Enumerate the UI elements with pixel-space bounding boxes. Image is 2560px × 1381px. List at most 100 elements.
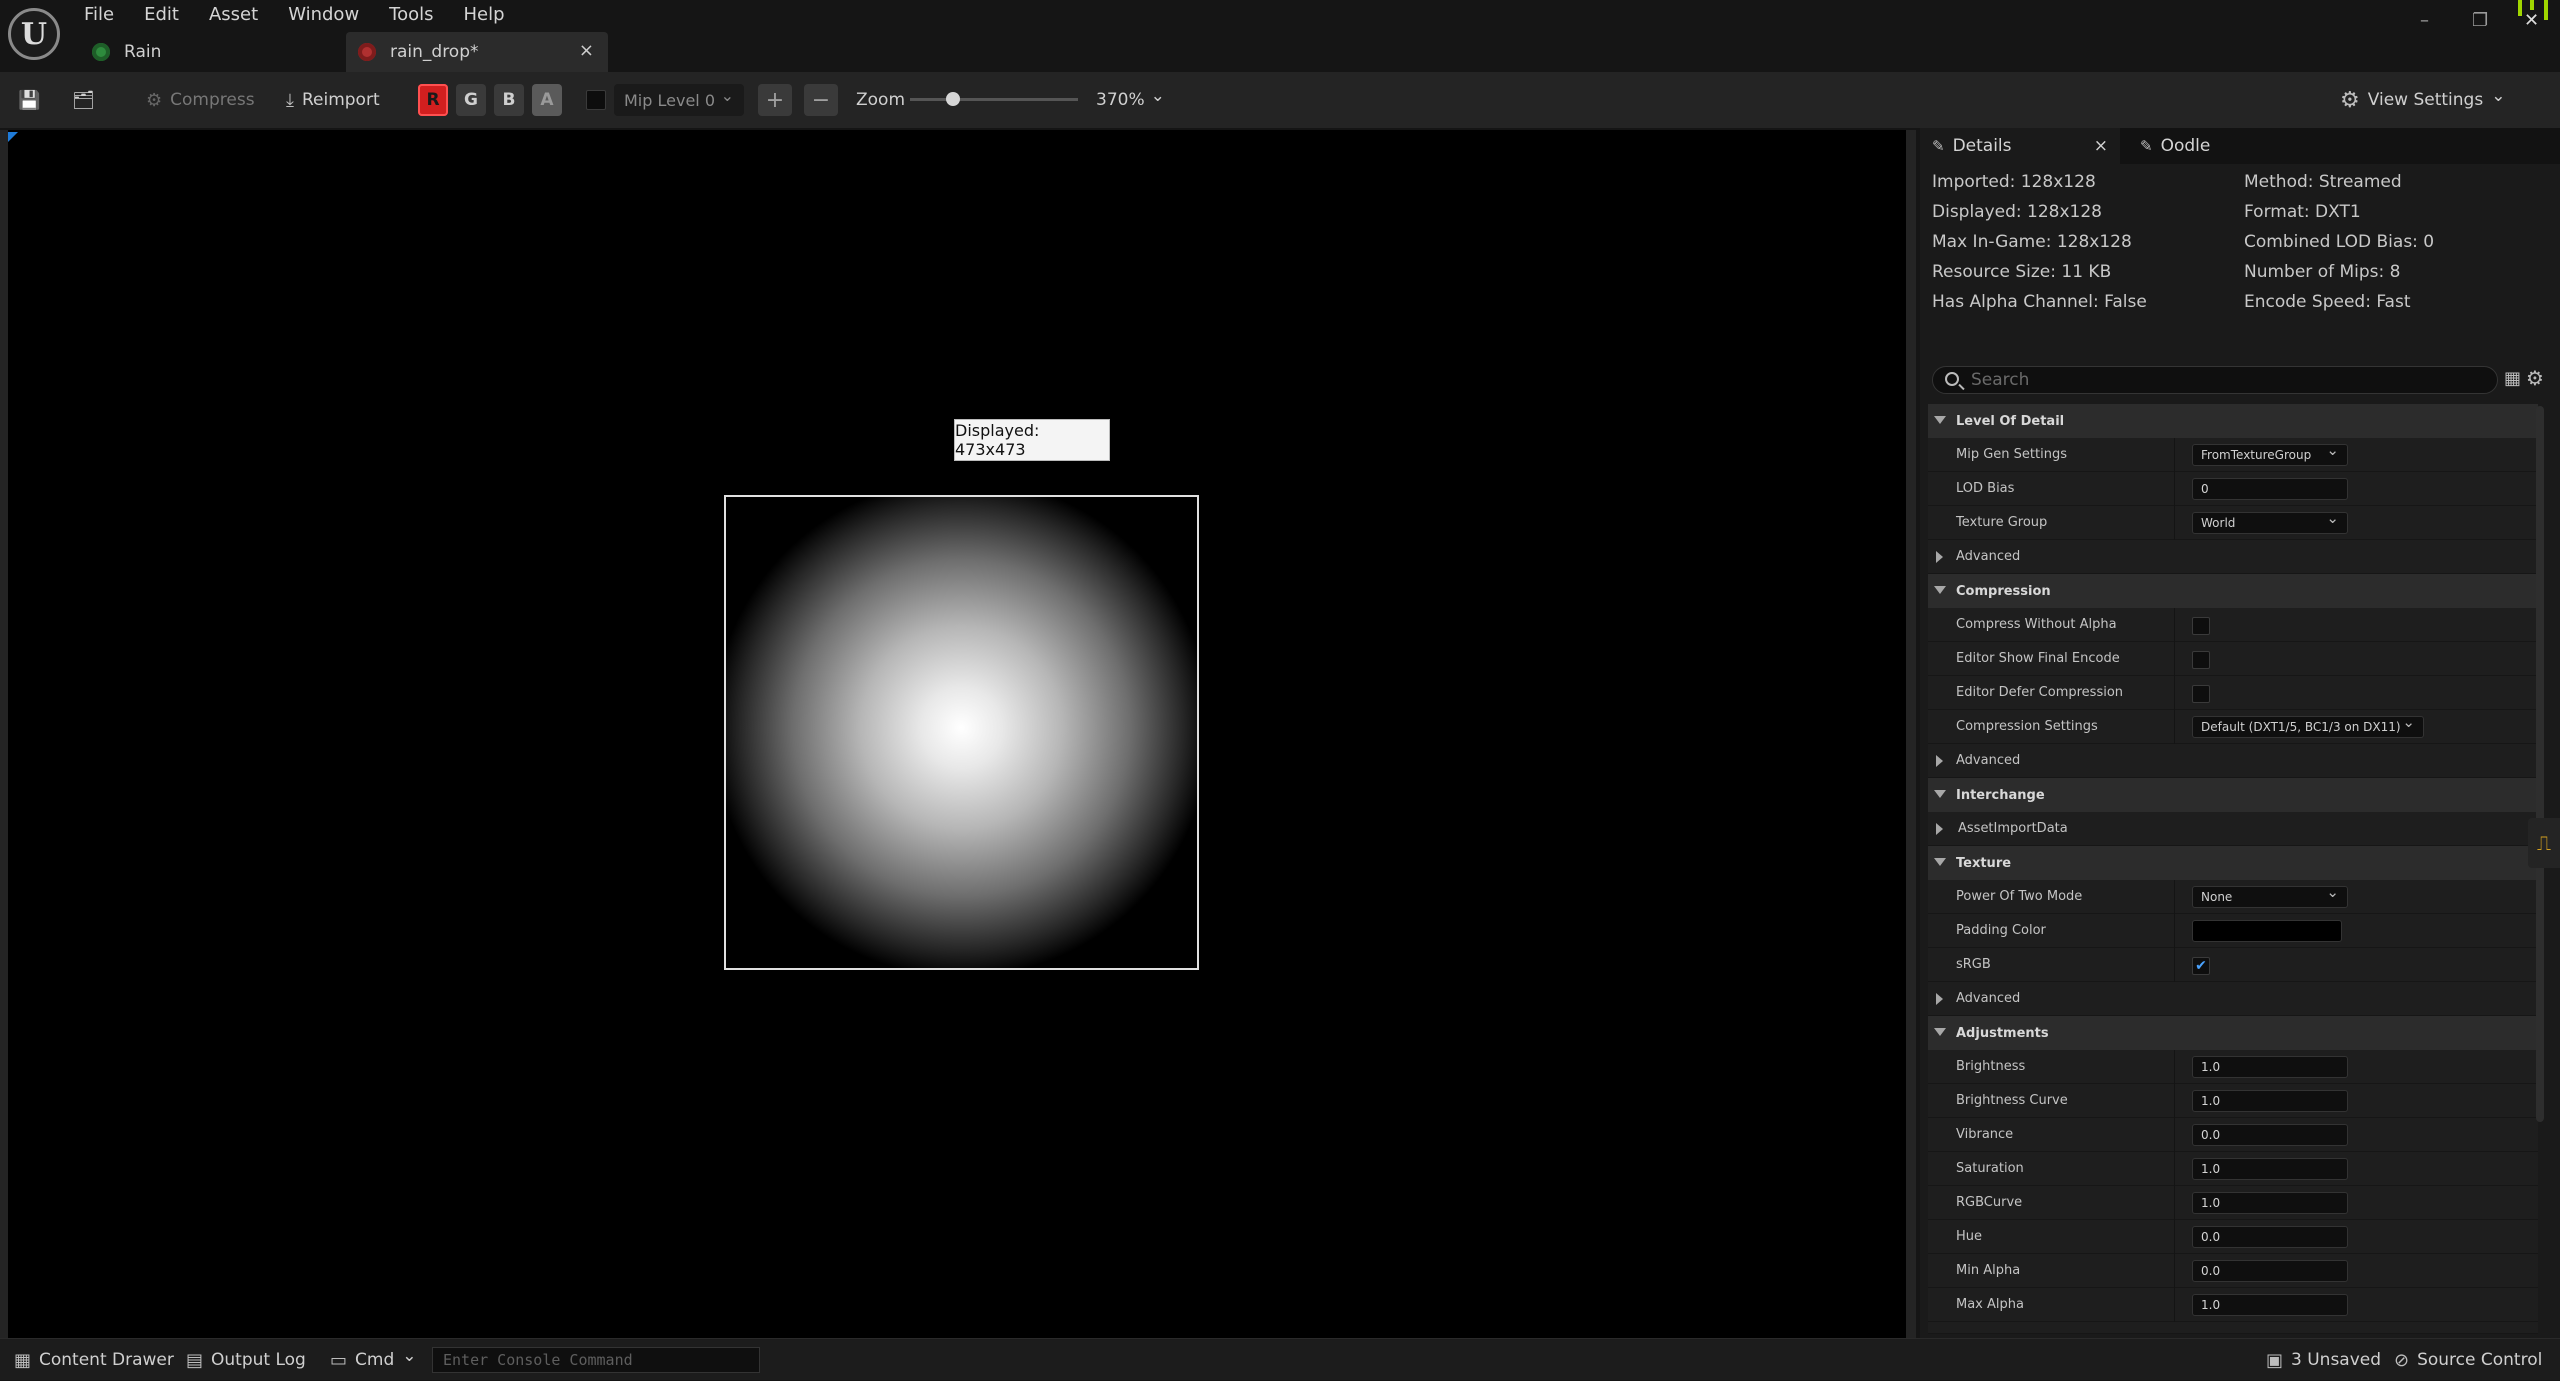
reimport-button[interactable]: ⤓ Reimport <box>286 72 380 128</box>
collapse-arrow-icon[interactable] <box>1934 858 1946 866</box>
collapse-arrow-icon[interactable] <box>1934 1028 1946 1036</box>
column-divider <box>2174 914 2175 948</box>
property-row-advanced[interactable]: Advanced <box>1928 982 2538 1016</box>
category-level-of-detail[interactable]: Level Of Detail <box>1928 404 2538 438</box>
rain-drop-texture <box>726 497 1197 968</box>
category-interchange[interactable]: Interchange <box>1928 778 2538 812</box>
mip-level-dropdown[interactable]: Mip Level 0 ⌄ <box>614 84 744 116</box>
menu-tools[interactable]: Tools <box>389 2 433 28</box>
property-row-partial <box>1928 1322 2538 1334</box>
close-icon[interactable]: × <box>2094 136 2108 156</box>
column-divider <box>2174 642 2175 676</box>
rgbcurve-input[interactable]: 1.0 <box>2192 1192 2348 1214</box>
gear-icon: ⚙ <box>2340 87 2360 113</box>
channel-r-toggle[interactable]: R <box>418 84 448 116</box>
property-row-assetimportdata[interactable]: AssetImportData <box>1928 812 2538 846</box>
menu-edit[interactable]: Edit <box>144 2 179 28</box>
expand-arrow-icon[interactable] <box>1936 823 1943 835</box>
lod-bias-input[interactable]: 0 <box>2192 478 2348 500</box>
collapse-arrow-icon[interactable] <box>1934 586 1946 594</box>
property-label: Interchange <box>1956 787 2045 803</box>
unreal-logo-icon[interactable]: U <box>8 8 60 60</box>
details-scrollbar[interactable] <box>2536 406 2544 1122</box>
texture-group-dropdown[interactable]: World <box>2192 509 2348 534</box>
property-row-editor-show-final-encode: Editor Show Final Encode <box>1928 642 2538 676</box>
vibrance-input[interactable]: 0.0 <box>2192 1124 2348 1146</box>
mip-gen-settings-dropdown[interactable]: FromTextureGroup <box>2192 441 2348 466</box>
srgb-checkbox[interactable]: ✔ <box>2192 957 2210 975</box>
compress-without-alpha-checkbox[interactable] <box>2192 617 2210 635</box>
source-control-button[interactable]: ⊘ Source Control <box>2394 1339 2542 1381</box>
editor-defer-compression-checkbox[interactable] <box>2192 685 2210 703</box>
saturation-input[interactable]: 1.0 <box>2192 1158 2348 1180</box>
console-command-input[interactable]: Enter Console Command <box>432 1347 760 1373</box>
chevron-down-icon: ⌄ <box>720 86 734 105</box>
reimport-label: Reimport <box>301 90 380 110</box>
channel-b-toggle[interactable]: B <box>494 84 524 116</box>
property-label: Texture <box>1956 855 2012 871</box>
channel-g-toggle[interactable]: G <box>456 84 486 116</box>
content-drawer-label: Content Drawer <box>39 1350 174 1370</box>
tab-oodle[interactable]: ✎ Oodle <box>2130 128 2290 164</box>
hue-input[interactable]: 0.0 <box>2192 1226 2348 1248</box>
close-window-icon[interactable]: ✕ <box>2524 10 2539 31</box>
padding-color-swatch[interactable] <box>2192 920 2342 942</box>
close-tab-icon[interactable]: × <box>579 40 594 61</box>
settings-icon[interactable]: ⚙ <box>2526 366 2544 390</box>
editor-show-final-encode-checkbox[interactable] <box>2192 651 2210 669</box>
expand-arrow-icon[interactable] <box>1936 755 1943 767</box>
collapse-arrow-icon[interactable] <box>1934 416 1946 424</box>
brightness-curve-input[interactable]: 1.0 <box>2192 1090 2348 1112</box>
content-drawer-icon: ▦ <box>14 1349 32 1371</box>
texture-asset-icon <box>358 43 376 61</box>
menu-window[interactable]: Window <box>288 2 359 28</box>
tab-rain-drop[interactable]: rain_drop* × <box>346 32 608 72</box>
side-drawer-icon[interactable]: ⎍ <box>2528 818 2560 868</box>
property-label: Brightness <box>1956 1059 2026 1074</box>
minimize-icon[interactable]: – <box>2420 10 2429 31</box>
texture-preview-frame[interactable] <box>724 495 1199 970</box>
cmd-dropdown[interactable]: ▭ Cmd ⌄ <box>330 1339 417 1381</box>
compression-settings-dropdown[interactable]: Default (DXT1/5, BC1/3 on DX11) <box>2192 713 2424 738</box>
collapse-arrow-icon[interactable] <box>1934 790 1946 798</box>
category-texture[interactable]: Texture <box>1928 846 2538 880</box>
unsaved-button[interactable]: ▣ 3 Unsaved <box>2266 1339 2381 1381</box>
menu-help[interactable]: Help <box>464 2 505 28</box>
brightness-input[interactable]: 1.0 <box>2192 1056 2348 1078</box>
zoom-out-button[interactable]: − <box>804 84 838 116</box>
category-adjustments[interactable]: Adjustments <box>1928 1016 2538 1050</box>
pencil-icon: ✎ <box>1932 137 1945 155</box>
zoom-in-button[interactable]: + <box>758 84 792 116</box>
menu-file[interactable]: File <box>84 2 114 28</box>
category-compression[interactable]: Compression <box>1928 574 2538 608</box>
info-max-in-game: Max In-Game: 128x128 <box>1932 232 2132 252</box>
expand-arrow-icon[interactable] <box>1936 551 1943 563</box>
content-drawer-button[interactable]: ▦ Content Drawer <box>14 1339 174 1381</box>
output-log-button[interactable]: ▤ Output Log <box>186 1339 306 1381</box>
channel-a-toggle[interactable]: A <box>532 84 562 116</box>
view-settings-button[interactable]: ⚙ View Settings ⌄ <box>2340 72 2505 128</box>
expand-arrow-icon[interactable] <box>1936 993 1943 1005</box>
restore-icon[interactable]: ❐ <box>2472 10 2488 31</box>
tab-details[interactable]: ✎ Details × <box>1920 128 2120 164</box>
column-divider <box>2174 1288 2175 1322</box>
menu-asset[interactable]: Asset <box>209 2 258 28</box>
property-label: Hue <box>1956 1229 1983 1244</box>
save-button[interactable]: 💾 <box>18 72 40 128</box>
property-label: sRGB <box>1956 957 1991 972</box>
power-of-two-mode-dropdown[interactable]: None <box>2192 883 2348 908</box>
compress-button[interactable]: ⚙ Compress <box>146 72 255 128</box>
zoom-slider-track[interactable] <box>910 98 1078 101</box>
zoom-value-dropdown[interactable]: 370% ⌄ <box>1096 72 1165 128</box>
table-view-icon[interactable]: ▦ <box>2504 368 2521 389</box>
property-row-advanced[interactable]: Advanced <box>1928 540 2538 574</box>
zoom-slider-handle[interactable] <box>946 92 960 106</box>
zoom-value: 370% <box>1096 90 1145 110</box>
max-alpha-input[interactable]: 1.0 <box>2192 1294 2348 1316</box>
mip-checkbox[interactable] <box>586 72 606 128</box>
browse-button[interactable]: 🗂 <box>72 72 95 128</box>
min-alpha-input[interactable]: 0.0 <box>2192 1260 2348 1282</box>
tab-rain[interactable]: Rain <box>92 32 342 72</box>
property-row-advanced[interactable]: Advanced <box>1928 744 2538 778</box>
details-search-input[interactable]: Search <box>1932 366 2498 394</box>
